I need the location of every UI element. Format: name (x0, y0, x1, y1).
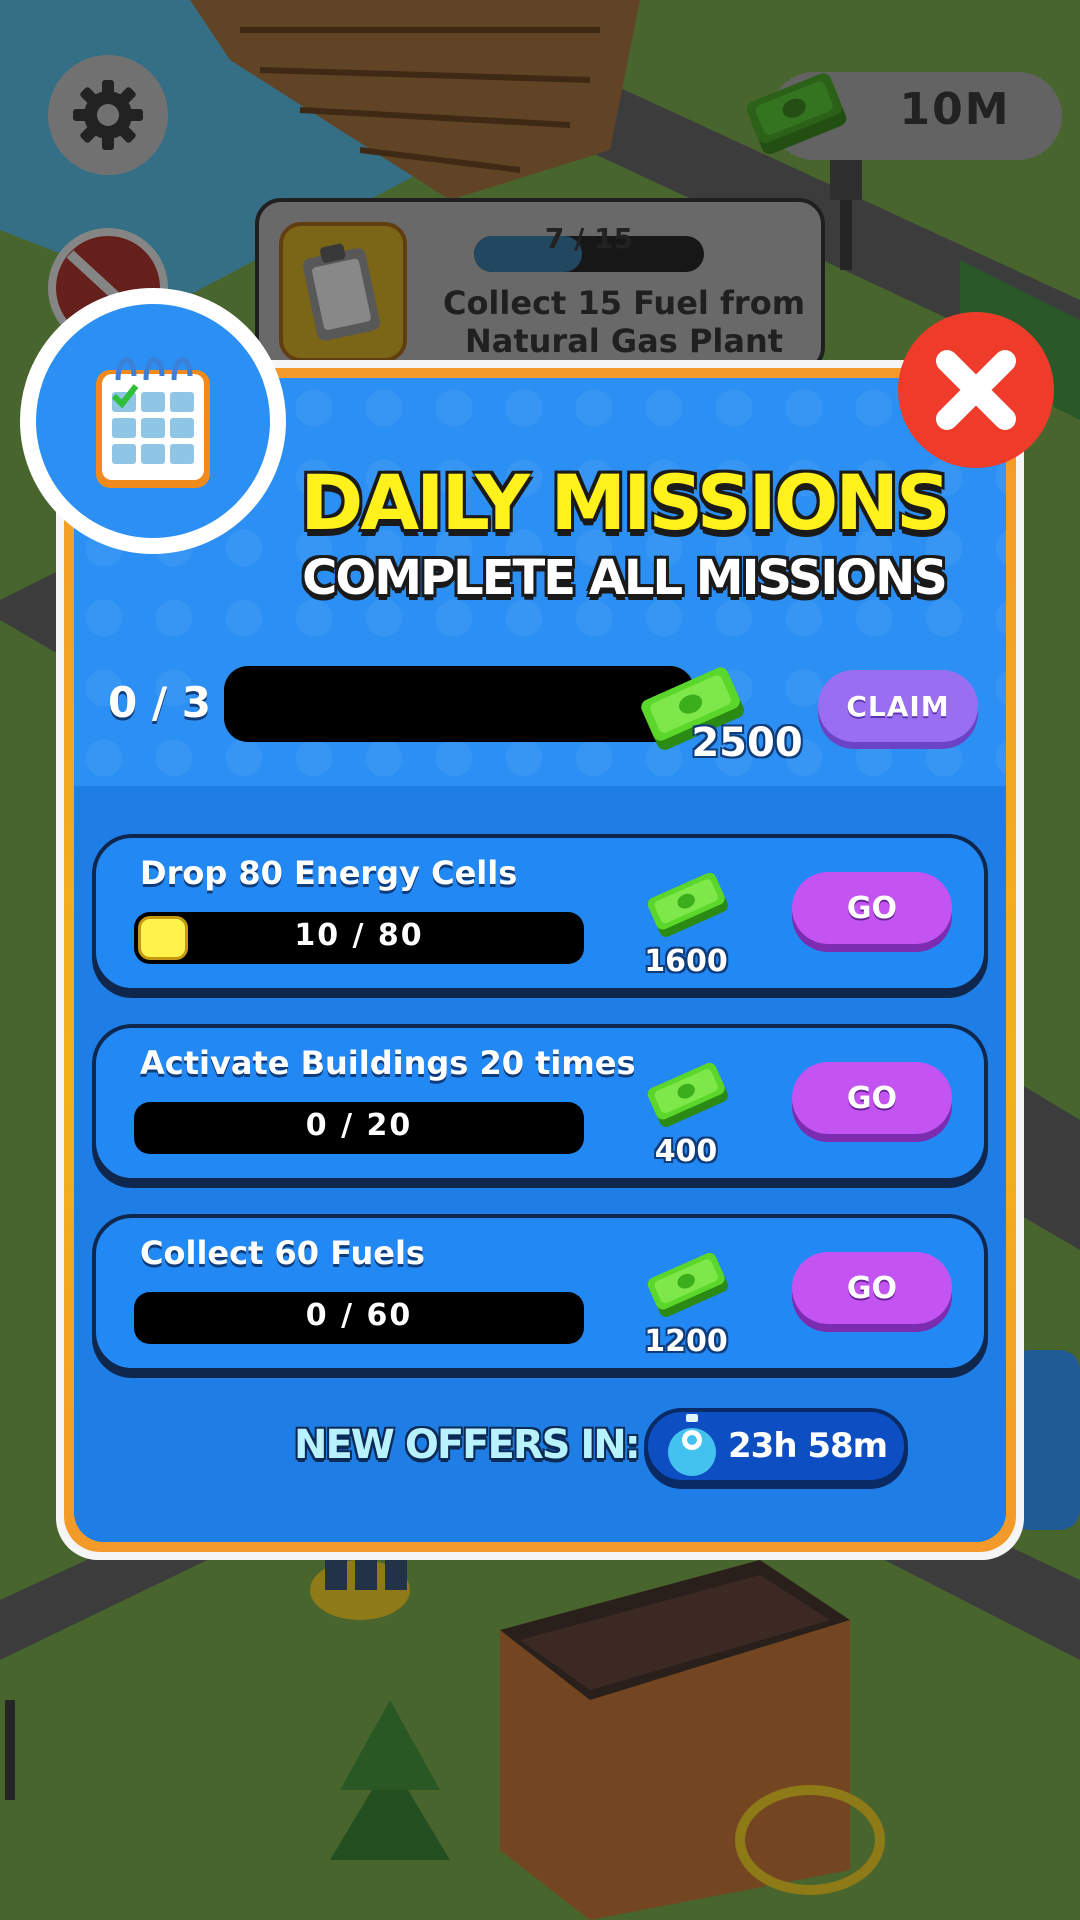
claim-button[interactable]: CLAIM (818, 670, 978, 742)
modal-subtitle: COMPLETE ALL MISSIONS (302, 550, 948, 606)
close-icon (936, 350, 1016, 430)
mission-progress-bar: 0 / 20 (134, 1102, 584, 1154)
mission-count: 0 / 60 (305, 1298, 413, 1333)
claim-button-label: CLAIM (846, 689, 950, 723)
go-button-label: GO (846, 890, 898, 926)
overall-count: 0 / 3 (108, 678, 212, 727)
go-button-label: GO (846, 1080, 898, 1116)
modal-title: DAILY MISSIONS (300, 458, 950, 547)
go-button-label: GO (846, 1270, 898, 1306)
modal-body: DAILY MISSIONS COMPLETE ALL MISSIONS 0 /… (74, 378, 1006, 1542)
mission-reward: 1200 (644, 1324, 728, 1359)
mission-row: Collect 60 Fuels 0 / 60 1200 GO (92, 1214, 988, 1372)
new-offers-label: NEW OFFERS IN: (294, 1422, 641, 1468)
overall-reward: 2500 (691, 720, 803, 766)
mission-reward: 1600 (644, 944, 728, 979)
cash-icon (647, 1062, 728, 1127)
go-button[interactable]: GO (792, 872, 952, 944)
mission-progress-bar: 10 / 80 (134, 912, 584, 964)
calendar-badge (20, 288, 286, 554)
overall-progress-bar (224, 666, 694, 742)
go-button[interactable]: GO (792, 1252, 952, 1324)
stopwatch-icon (668, 1414, 716, 1476)
mission-count: 10 / 80 (294, 918, 424, 953)
mission-row: Activate Buildings 20 times 0 / 20 400 G… (92, 1024, 988, 1182)
go-button[interactable]: GO (792, 1062, 952, 1134)
cash-icon (647, 1252, 728, 1317)
mission-title: Collect 60 Fuels (140, 1234, 425, 1272)
mission-progress-bar: 0 / 60 (134, 1292, 584, 1344)
offers-timer: 23h 58m (644, 1408, 908, 1484)
mission-count: 0 / 20 (305, 1108, 413, 1143)
mission-title: Drop 80 Energy Cells (140, 854, 518, 892)
calendar-icon (96, 357, 210, 488)
mission-title: Activate Buildings 20 times (140, 1044, 636, 1082)
mission-reward: 400 (654, 1134, 718, 1169)
mission-row: Drop 80 Energy Cells 10 / 80 1600 GO (92, 834, 988, 992)
modal-frame: DAILY MISSIONS COMPLETE ALL MISSIONS 0 /… (64, 368, 1016, 1552)
close-button[interactable] (898, 312, 1054, 468)
timer-value: 23h 58m (728, 1426, 888, 1466)
cash-icon (647, 872, 728, 937)
